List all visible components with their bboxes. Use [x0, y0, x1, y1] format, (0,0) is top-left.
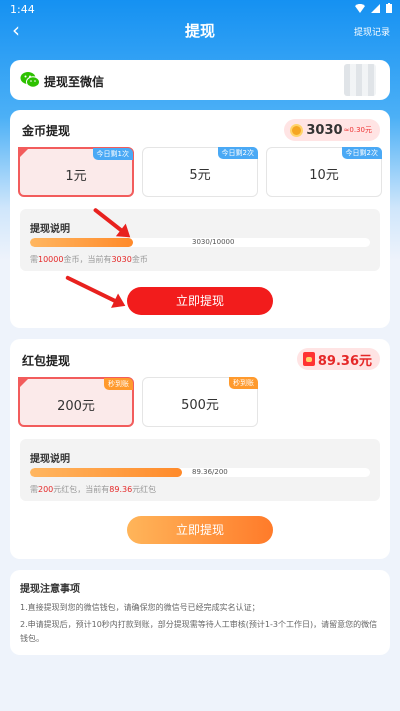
selected-corner-icon [18, 147, 30, 159]
page-title: 提现 [184, 22, 215, 40]
coin-progress-fill [30, 238, 134, 247]
coin-balance-badge: 3030 ≈0.30元 [284, 119, 380, 141]
notice-card: 提现注意事项 1.直接提现到您的微信钱包，请确保您的微信号已经完成实名认证； 2… [10, 570, 390, 655]
coin-explain-desc: 需10000金币，当前有3030金币 [30, 255, 148, 264]
notice-title: 提现注意事项 [20, 584, 80, 595]
wifi-icon [355, 3, 365, 13]
explain-title: 提现说明 [30, 454, 70, 465]
notice-item: 1.直接提现到您的微信钱包，请确保您的微信号已经完成实名认证； [20, 603, 260, 612]
system-icons [355, 3, 392, 13]
coin-withdraw-card: 金币提现 3030 ≈0.30元 今日剩1次 1元 今日剩2次 5元 今日剩2次… [10, 110, 390, 328]
wechat-icon [20, 72, 40, 88]
redpacket-balance-badge: 89.36元 [296, 348, 380, 370]
selected-corner-icon [18, 377, 30, 389]
withdraw-records-link[interactable]: 提现记录 [354, 25, 390, 38]
red-envelope-icon [302, 352, 315, 366]
redpacket-balance: 89.36元 [317, 353, 372, 369]
redpacket-explain-box: 提现说明 89.36/200 需200元红包，当前有89.36元红包 [20, 439, 380, 501]
coin-balance-equivalent: ≈0.30元 [343, 126, 372, 134]
redpacket-progress-fill [30, 468, 182, 477]
option-tag: 秒到账 [229, 377, 258, 389]
coin-balance: 3030 [306, 122, 343, 138]
coin-option-10[interactable]: 今日剩2次 10元 [266, 147, 382, 197]
status-time: 1:44 [10, 3, 35, 16]
battery-icon [386, 3, 392, 13]
option-tag: 今日剩2次 [217, 147, 258, 159]
option-amount: 500元 [181, 398, 219, 413]
option-amount: 1元 [65, 169, 87, 184]
explain-title: 提现说明 [30, 224, 70, 235]
wechat-label: 提现至微信 [44, 75, 105, 89]
option-tag: 今日剩1次 [92, 148, 133, 160]
option-amount: 200元 [57, 399, 95, 414]
coin-option-5[interactable]: 今日剩2次 5元 [142, 147, 258, 197]
option-tag: 秒到账 [104, 378, 133, 390]
redpacket-withdraw-button[interactable]: 立即提现 [127, 516, 273, 544]
option-amount: 10元 [309, 168, 339, 183]
coin-withdraw-button[interactable]: 立即提现 [127, 287, 273, 315]
option-amount: 5元 [189, 168, 211, 183]
notice-item: 2.申请提现后，预计10秒内打款到账，部分提现需等待人工审核(预计1-3个工作日… [20, 620, 378, 643]
status-bar: 1:44 [0, 0, 400, 18]
signal-icon [371, 3, 380, 13]
coin-option-1[interactable]: 今日剩1次 1元 [18, 147, 134, 197]
redpacket-withdraw-card: 红包提现 89.36元 秒到账 200元 秒到账 500元 提现说明 89.36… [10, 339, 390, 559]
coin-section-title: 金币提现 [22, 124, 71, 138]
nav-header: ‹ 提现 提现记录 [0, 18, 400, 44]
option-tag: 今日剩2次 [341, 147, 382, 159]
wechat-target-card[interactable]: 提现至微信 [10, 60, 390, 100]
coin-progress-text: 3030/10000 [192, 238, 235, 246]
redpacket-option-200[interactable]: 秒到账 200元 [18, 377, 134, 427]
redpacket-progress-text: 89.36/200 [192, 468, 228, 476]
coin-explain-box: 提现说明 3030/10000 需10000金币，当前有3030金币 [20, 209, 380, 271]
redpacket-section-title: 红包提现 [22, 354, 71, 368]
redpacket-explain-desc: 需200元红包，当前有89.36元红包 [30, 485, 157, 494]
redpacket-option-500[interactable]: 秒到账 500元 [142, 377, 258, 427]
coin-icon [290, 123, 304, 137]
avatar [344, 64, 376, 96]
